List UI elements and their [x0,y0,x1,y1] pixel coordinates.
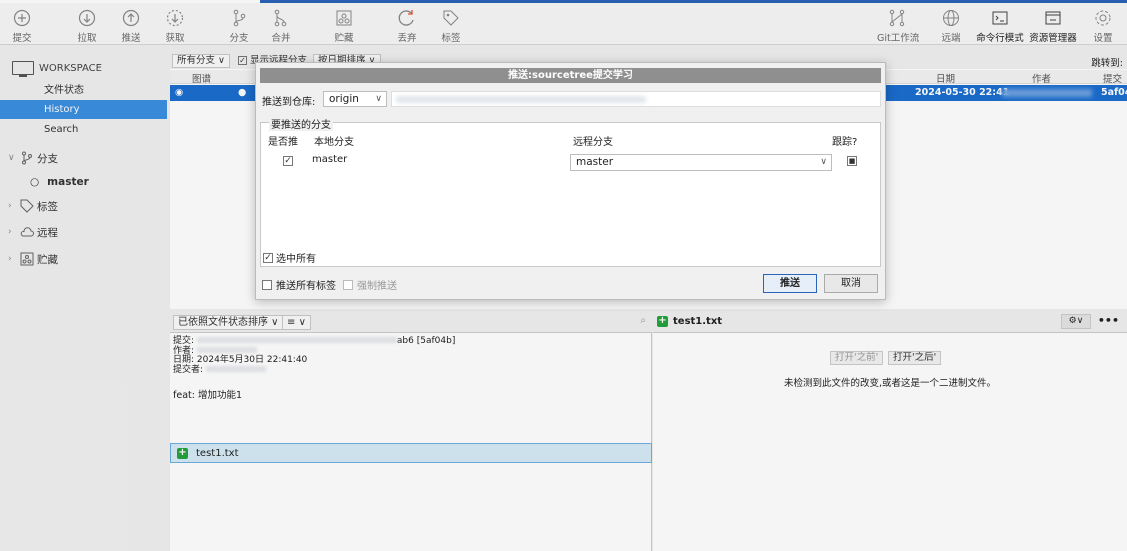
push-all-tags-label: 推送所有标签 [276,281,336,292]
chevron-down-icon: ∨ [375,94,382,104]
branch-row: ✓ master master ∨ ■ [271,151,876,171]
track-checkbox[interactable]: ■ [847,156,857,166]
push-dialog: 推送:sourcetree提交学习 推送到仓库: origin ∨ 要推送的分支 … [255,62,886,300]
chevron-down-icon: ∨ [820,157,827,167]
branch-table-header: 是否推 本地分支 远程分支 跟踪? [261,133,880,148]
force-push-checkbox[interactable]: 强制推送 [343,277,397,292]
local-branch-name: master [312,154,348,165]
force-push-label: 强制推送 [357,281,397,292]
header-remote-branch: 远程分支 [573,137,613,148]
remote-branch-select[interactable]: master ∨ [570,154,832,171]
remote-branch-value: master [576,156,614,168]
redacted-url [396,96,646,103]
select-all-label: 选中所有 [276,254,316,265]
remote-url-field [391,91,881,107]
cancel-button[interactable]: 取消 [824,274,878,293]
remote-select[interactable]: origin ∨ [323,91,387,107]
push-to-label: 推送到仓库: [262,97,316,108]
push-branch-checkbox[interactable]: ✓ [283,156,293,166]
header-track: 跟踪? [832,137,858,148]
push-button[interactable]: 推送 [763,274,817,293]
dialog-title: 推送:sourcetree提交学习 [260,68,881,83]
branches-groupbox: 要推送的分支 是否推 本地分支 远程分支 跟踪? ✓ master master… [260,116,881,267]
select-all-checkbox[interactable]: ✓ 选中所有 [263,250,316,265]
checkbox-icon: ✓ [263,252,273,263]
remote-select-value: origin [329,93,359,105]
checkbox-icon [343,279,353,290]
header-push: 是否推 [268,137,298,148]
header-local-branch: 本地分支 [314,137,354,148]
branches-group-title: 要推送的分支 [269,116,333,131]
checkbox-icon [262,279,272,290]
push-all-tags-checkbox[interactable]: 推送所有标签 [262,277,336,292]
